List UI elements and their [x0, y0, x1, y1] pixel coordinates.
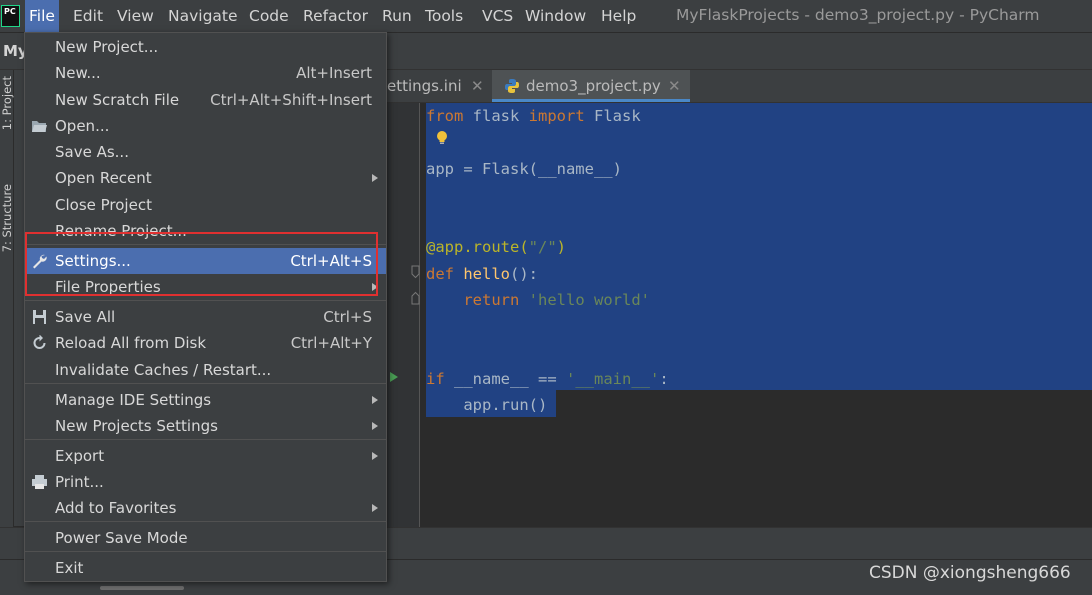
window-title: MyFlaskProjects - demo3_project.py - PyC… — [676, 6, 1040, 24]
menu-code[interactable]: Code — [245, 0, 293, 32]
menu-item-new-scratch-file[interactable]: New Scratch File Ctrl+Alt+Shift+Insert — [25, 87, 386, 113]
folder-icon — [32, 121, 47, 132]
menu-view[interactable]: View — [113, 0, 158, 32]
project-tool-tab[interactable]: 1: Project — [0, 76, 14, 130]
menu-separator — [25, 300, 386, 301]
tab-label: ettings.ini — [387, 77, 462, 95]
menu-item-open-recent[interactable]: Open Recent — [25, 165, 386, 191]
editor-gutter — [387, 103, 420, 527]
menu-separator — [25, 439, 386, 440]
python-file-icon — [505, 79, 519, 93]
menu-item-new[interactable]: New... Alt+Insert — [25, 60, 386, 86]
code-line-12: app.run() — [426, 396, 548, 414]
menu-refactor[interactable]: Refactor — [299, 0, 372, 32]
close-icon[interactable]: ✕ — [471, 70, 484, 102]
menu-window[interactable]: Window — [521, 0, 590, 32]
menu-separator — [25, 551, 386, 552]
file-menu-dropdown: New Project... New... Alt+Insert New Scra… — [24, 32, 387, 582]
submenu-arrow-icon — [372, 504, 378, 512]
lightbulb-icon[interactable] — [436, 131, 448, 145]
menu-item-invalidate-caches[interactable]: Invalidate Caches / Restart... — [25, 357, 386, 383]
horizontal-scrollbar[interactable] — [100, 586, 184, 590]
menu-item-open[interactable]: Open... — [25, 113, 386, 139]
code-line-3: app = Flask(__name__) — [426, 160, 622, 178]
menu-item-export[interactable]: Export — [25, 443, 386, 469]
code-line-1: from flask import Flask — [426, 107, 641, 125]
submenu-arrow-icon — [372, 452, 378, 460]
menu-item-save-all[interactable]: Save All Ctrl+S — [25, 304, 386, 330]
menu-navigate[interactable]: Navigate — [164, 0, 242, 32]
tab-settings-ini[interactable]: ettings.ini ✕ — [387, 70, 491, 102]
menu-item-reload-all[interactable]: Reload All from Disk Ctrl+Alt+Y — [25, 330, 386, 356]
structure-tool-tab[interactable]: 7: Structure — [0, 184, 14, 252]
pycharm-logo-icon: PC — [1, 5, 20, 27]
submenu-arrow-icon — [372, 174, 378, 182]
submenu-arrow-icon — [372, 396, 378, 404]
run-gutter-icon[interactable] — [389, 371, 399, 383]
menu-edit[interactable]: Edit — [69, 0, 107, 32]
code-line-11: if __name__ == '__main__': — [426, 370, 669, 388]
menu-separator — [25, 521, 386, 522]
reload-icon — [33, 335, 46, 349]
menu-item-save-as[interactable]: Save As... — [25, 139, 386, 165]
menu-item-add-to-favorites[interactable]: Add to Favorites — [25, 495, 386, 521]
code-line-8: return 'hello world' — [463, 291, 650, 309]
save-icon — [33, 310, 46, 324]
printer-icon — [32, 475, 47, 489]
menu-item-close-project[interactable]: Close Project — [25, 192, 386, 218]
tab-label: demo3_project.py — [526, 77, 661, 95]
annotation-highlight-box — [25, 232, 378, 296]
menu-vcs[interactable]: VCS — [478, 0, 517, 32]
menu-item-manage-ide-settings[interactable]: Manage IDE Settings — [25, 387, 386, 413]
menu-help[interactable]: Help — [597, 0, 640, 32]
close-icon[interactable]: ✕ — [668, 70, 681, 102]
code-line-7: def hello(): — [426, 265, 539, 283]
menu-file[interactable]: File — [25, 0, 59, 32]
menu-separator — [25, 383, 386, 384]
menu-run[interactable]: Run — [378, 0, 416, 32]
menu-item-exit[interactable]: Exit — [25, 555, 386, 581]
menu-tools[interactable]: Tools — [421, 0, 467, 32]
tab-demo3-project[interactable]: demo3_project.py ✕ — [492, 70, 690, 102]
menu-item-power-save-mode[interactable]: Power Save Mode — [25, 525, 386, 551]
menu-item-new-projects-settings[interactable]: New Projects Settings — [25, 413, 386, 439]
submenu-arrow-icon — [372, 422, 378, 430]
code-line-6: @app.route("/") — [426, 238, 566, 256]
tool-window-strip: 1: Project 7: Structure — [0, 70, 14, 550]
menu-item-print[interactable]: Print... — [25, 469, 386, 495]
menu-item-new-project[interactable]: New Project... — [25, 34, 386, 60]
watermark: CSDN @xiongsheng666 — [869, 563, 1071, 583]
